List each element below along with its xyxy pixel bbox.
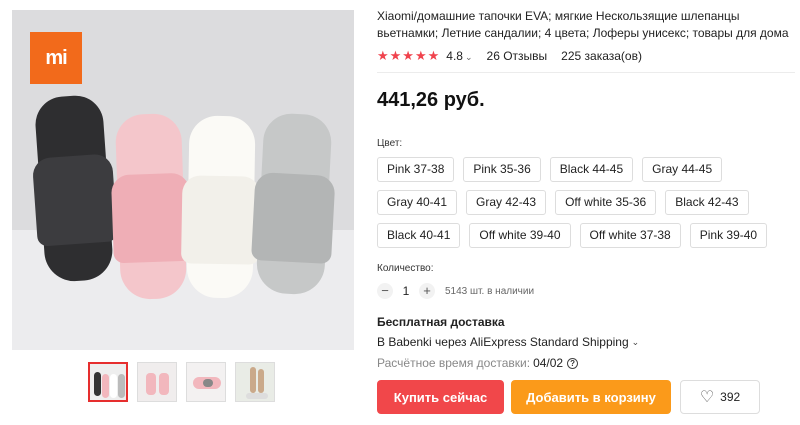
color-option[interactable]: Black 40-41 (377, 223, 461, 248)
shipping-method-text: В Babenki через AliExpress Standard Ship… (377, 335, 629, 349)
shipping-title: Бесплатная доставка (377, 315, 505, 329)
chevron-down-icon: ⌄ (464, 52, 473, 62)
action-bar: Купить сейчас Добавить в корзину ♡ 392 (377, 380, 760, 414)
color-option[interactable]: Off white 39-40 (469, 223, 571, 248)
color-option[interactable]: Gray 42-43 (466, 190, 547, 215)
color-option[interactable]: Pink 37-38 (377, 157, 455, 182)
increase-quantity-button[interactable]: + (419, 283, 435, 299)
thumbnail-1[interactable] (88, 362, 128, 402)
rating-row: ★★★★★ 4.8 ⌄ 26 Отзывы 225 заказа(ов) (377, 47, 795, 65)
thumbnail-2[interactable] (137, 362, 177, 402)
eta-value: 04/02 (533, 356, 564, 370)
rating-value[interactable]: 4.8 ⌄ (446, 49, 472, 63)
product-info: Xiaomi/домашние тапочки EVA; мягкие Неск… (377, 8, 795, 370)
color-option[interactable]: Black 44-45 (549, 157, 634, 182)
quantity-value[interactable]: 1 (393, 284, 419, 298)
mi-logo: mi (30, 32, 82, 84)
color-option[interactable]: Pink 35-36 (463, 157, 541, 182)
heart-icon: ♡ (699, 389, 715, 406)
shipping-method[interactable]: В Babenki через AliExpress Standard Ship… (377, 335, 795, 349)
color-option[interactable]: Black 42-43 (665, 190, 749, 215)
add-to-cart-button[interactable]: Добавить в корзину (511, 380, 671, 414)
buy-now-button[interactable]: Купить сейчас (377, 380, 504, 414)
rating-number: 4.8 (446, 49, 463, 63)
help-icon[interactable]: ? (567, 357, 579, 369)
thumbnail-strip (88, 362, 275, 402)
wishlist-count: 392 (720, 390, 741, 404)
color-option[interactable]: Gray 40-41 (377, 190, 458, 215)
quantity-label: Количество: (377, 263, 434, 274)
eta-label: Расчётное время доставки: (377, 356, 531, 370)
divider (377, 72, 795, 73)
pink-slipper (110, 112, 192, 301)
orders-count: 225 заказа(ов) (561, 49, 642, 63)
color-option[interactable]: Gray 44-45 (642, 157, 723, 182)
reviews-link[interactable]: 26 Отзывы (487, 49, 548, 63)
product-main-image[interactable]: mi (12, 10, 354, 350)
chevron-down-icon: ⌄ (631, 336, 640, 347)
color-label: Цвет: (377, 138, 403, 149)
product-price: 441,26 руб. (377, 89, 485, 111)
thumbnail-3[interactable] (186, 362, 226, 402)
color-option[interactable]: Off white 37-38 (579, 223, 681, 248)
product-title: Xiaomi/домашние тапочки EVA; мягкие Неск… (377, 9, 789, 40)
color-options: Pink 37-38 Pink 35-36 Black 44-45 Gray 4… (377, 157, 787, 248)
quantity-stepper: − 1 + 5143 шт. в наличии (377, 282, 795, 300)
thumbnail-4[interactable] (235, 362, 275, 402)
color-option[interactable]: Pink 39-40 (689, 223, 768, 248)
delivery-estimate: Расчётное время доставки: 04/02 ? (377, 356, 795, 370)
wishlist-button[interactable]: ♡ 392 (680, 380, 760, 414)
rating-stars: ★★★★★ (377, 48, 441, 63)
white-slipper (181, 115, 261, 299)
black-slipper (31, 93, 118, 284)
gray-slipper (251, 112, 336, 296)
decrease-quantity-button[interactable]: − (377, 283, 393, 299)
stock-available: 5143 шт. в наличии (445, 285, 535, 297)
color-option[interactable]: Off white 35-36 (555, 190, 657, 215)
